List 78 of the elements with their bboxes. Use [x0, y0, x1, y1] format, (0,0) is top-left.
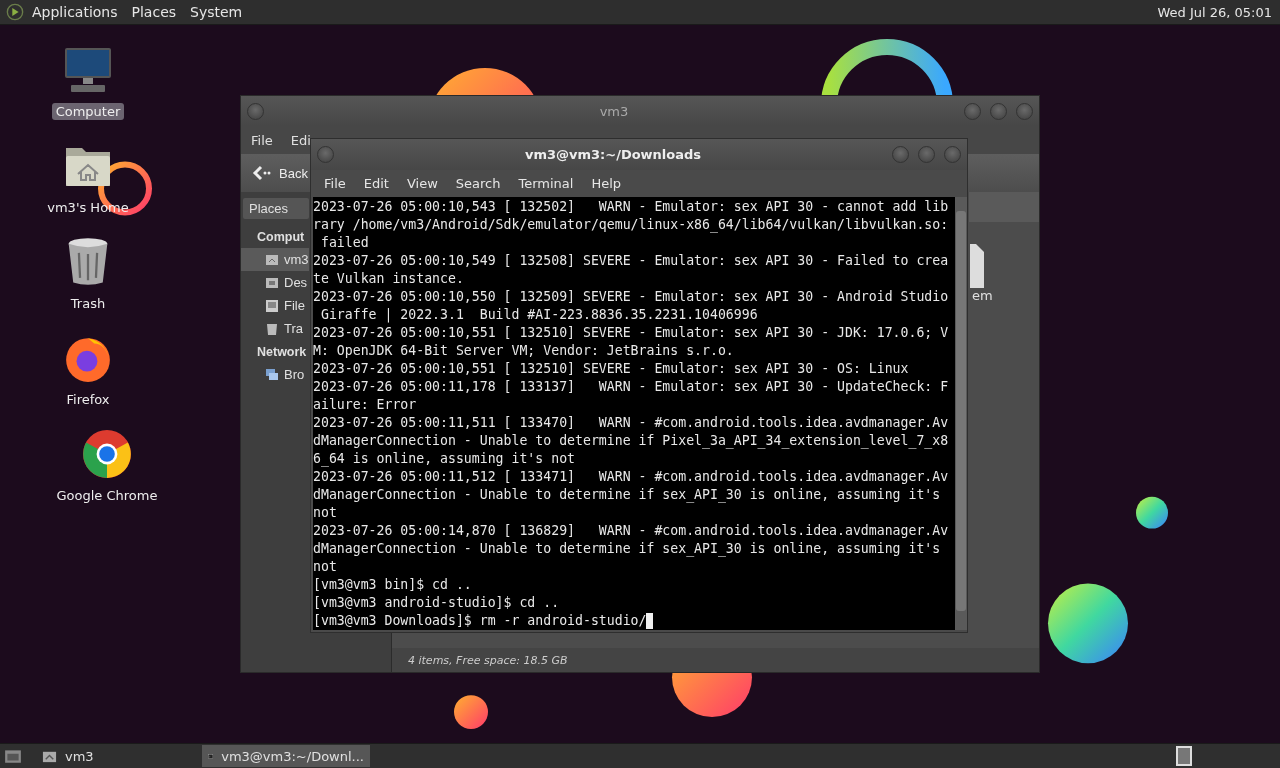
- menu-item[interactable]: File: [315, 174, 355, 193]
- window-title: vm3@vm3:~/Downloads: [523, 147, 703, 162]
- terminal-line: Giraffe | 2022.3.1 Build #AI-223.8836.35.2231.10406996: [319, 306, 758, 324]
- window-menu-button[interactable]: [247, 102, 264, 120]
- desktop-icon-label[interactable]: Firefox: [62, 391, 114, 408]
- terminal-line: 6_64 is online, assuming it's not: [313, 450, 575, 468]
- terminal-line: rary /home/vm3/Android/Sdk/emulator/qemu/linux-x86_64/lib64/vulkan/libvulkan.so:: [313, 216, 949, 234]
- desktop-icon-label[interactable]: Google Chrome: [52, 487, 162, 504]
- taskbar-button[interactable]: vm3: [36, 745, 196, 767]
- window-menu-button[interactable]: [317, 146, 334, 163]
- clock[interactable]: Wed Jul 26, 05:01: [1157, 4, 1272, 20]
- home-folder-icon: [265, 252, 279, 267]
- panel-menu[interactable]: Applications: [32, 4, 118, 20]
- terminal-line: 2023-07-26 05:00:10,550 [ 132509] SEVERE - Emulator: sex API 30 - Android Studio: [313, 288, 949, 306]
- window-title: vm3: [598, 103, 630, 119]
- network-icon: [265, 367, 279, 382]
- workspace-switcher[interactable]: [1176, 746, 1192, 766]
- terminal-line: dManagerConnection - Unable to determine if sex_API_30 is online, assuming it's: [313, 540, 941, 558]
- desktop-icon-label[interactable]: Computer: [51, 103, 125, 120]
- terminal-line: dManagerConnection - Unable to determine if sex_API_30 is online, assuming it's: [313, 486, 941, 504]
- close-button[interactable]: [1016, 102, 1033, 120]
- terminal-line: 2023-07-26 05:00:11,512 [ 133471] WARN - #com.android.tools.idea.avdmanager.Av: [313, 468, 949, 486]
- terminal-line: [vm3@vm3 Downloads]$ rm -r android-studio/: [313, 612, 647, 630]
- terminal-line: 2023-07-26 05:00:10,551 [ 132510] SEVERE - Emulator: sex API 30 - OS: Linux: [313, 360, 909, 378]
- terminal-line: M: OpenJDK 64-Bit Server VM; Vendor: JetBrains s.r.o.: [313, 342, 734, 360]
- show-desktop-icon[interactable]: [4, 747, 22, 765]
- sidebar-heading: Network: [256, 343, 308, 361]
- status-text: 4 items, Free space: 18.5 GB: [408, 653, 568, 667]
- menu-item[interactable]: Terminal: [509, 174, 583, 193]
- terminal-line: 2023-07-26 05:00:10,543 [ 132502] WARN - Emulator: sex API 30 - cannot add lib: [313, 198, 949, 216]
- computer-icon[interactable]: [63, 45, 113, 95]
- taskbar-button[interactable]: vm3@vm3:~/Downl...: [202, 745, 370, 767]
- chrome-icon[interactable]: [82, 429, 132, 479]
- scrollbar-thumb[interactable]: [956, 211, 966, 611]
- text-cursor: [646, 613, 654, 629]
- terminal-line: te Vulkan instance.: [313, 270, 464, 288]
- desktop-icon-label[interactable]: Trash: [66, 295, 110, 312]
- drive-icon: [265, 298, 279, 313]
- terminal-line: 2023-07-26 05:00:11,178 [ 133137] WARN - Emulator: sex API 30 - UpdateCheck: F: [313, 378, 949, 396]
- menu-item[interactable]: Search: [446, 174, 510, 193]
- sidebar-item[interactable]: Des: [241, 271, 309, 294]
- terminal-line: [vm3@vm3 android-studio]$ cd ..: [313, 594, 560, 612]
- terminal-line: [vm3@vm3 bin]$ cd ..: [313, 576, 472, 594]
- terminal-line: dManagerConnection - Unable to determine if Pixel_3a_API_34_extension_level_7_x8: [313, 432, 949, 450]
- sidebar-item[interactable]: vm3: [241, 248, 309, 271]
- side-pane-selector[interactable]: Places: [243, 198, 309, 219]
- sidebar-item[interactable]: File: [241, 294, 309, 317]
- sidebar-item[interactable]: Tra: [241, 317, 309, 340]
- close-button[interactable]: [944, 146, 961, 163]
- panel-menu[interactable]: System: [190, 4, 243, 20]
- terminal-line: 2023-07-26 05:00:10,551 [ 132510] SEVERE - Emulator: sex API 30 - JDK: 17.0.6; V: [313, 324, 949, 342]
- terminal-line: not: [313, 558, 337, 576]
- file-icon[interactable]: [970, 244, 984, 288]
- file-label[interactable]: em: [972, 288, 993, 303]
- sidebar-heading: Comput: [256, 228, 306, 246]
- menu-item[interactable]: Edi: [290, 132, 311, 148]
- terminal-line: 2023-07-26 05:00:14,870 [ 136829] WARN - #com.android.tools.idea.avdmanager.Av: [313, 522, 949, 540]
- sidebar-item[interactable]: Bro: [241, 363, 309, 386]
- minimize-button[interactable]: [964, 102, 981, 120]
- launcher-icon[interactable]: [6, 3, 24, 21]
- terminal-line: 2023-07-26 05:00:11,511 [ 133470] WARN - #com.android.tools.idea.avdmanager.Av: [313, 414, 949, 432]
- terminal-line: not: [313, 504, 337, 522]
- back-button[interactable]: Back: [249, 161, 310, 185]
- menu-item[interactable]: Help: [582, 174, 631, 193]
- panel-menu[interactable]: Places: [131, 4, 177, 20]
- maximize-button[interactable]: [990, 102, 1007, 120]
- terminal-line: 2023-07-26 05:00:10,549 [ 132508] SEVERE - Emulator: sex API 30 - Failed to crea: [313, 252, 949, 270]
- folder-icon: [265, 275, 279, 290]
- terminal-line: ailure: Error: [313, 396, 417, 414]
- menu-item[interactable]: Edit: [354, 174, 398, 193]
- back-icon: [251, 165, 273, 181]
- maximize-button[interactable]: [918, 146, 935, 163]
- menu-item[interactable]: File: [251, 132, 273, 148]
- trash-icon: [265, 321, 279, 336]
- scrollbar[interactable]: [955, 197, 967, 630]
- terminal-line: failed: [319, 234, 369, 252]
- menu-item[interactable]: View: [397, 174, 447, 193]
- minimize-button[interactable]: [892, 146, 909, 163]
